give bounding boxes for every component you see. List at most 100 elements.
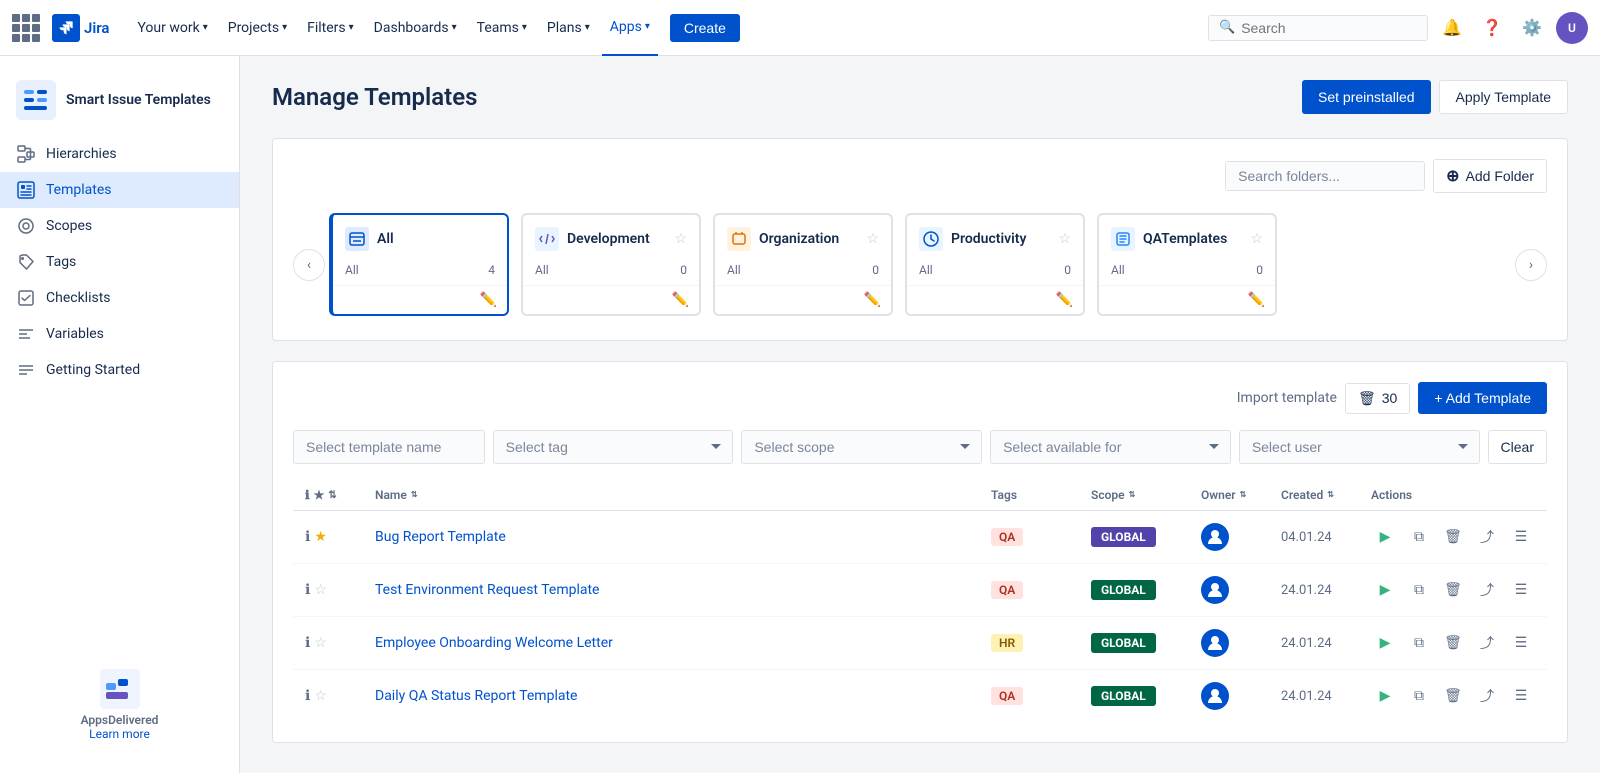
nav-apps[interactable]: Apps▾ <box>602 0 658 56</box>
nav-teams[interactable]: Teams▾ <box>469 0 535 56</box>
search-folders-input[interactable] <box>1225 161 1425 191</box>
folder-edit-icon-development[interactable]: ✏️ <box>672 292 689 308</box>
template-name-2[interactable]: Employee Onboarding Welcome Letter <box>375 635 613 651</box>
create-button[interactable]: Create <box>670 14 740 42</box>
folder-star-organization[interactable]: ☆ <box>866 231 879 247</box>
help-button[interactable]: ❓ <box>1476 12 1508 44</box>
settings-button[interactable]: ⚙️ <box>1516 12 1548 44</box>
row-info-icon-1[interactable]: ℹ <box>305 582 310 598</box>
nav-projects[interactable]: Projects▾ <box>220 0 295 56</box>
folder-card-all[interactable]: All All 4 ✏️ <box>329 213 509 316</box>
apps-delivered-logo <box>100 669 140 709</box>
copy-button-3[interactable]: ⧉ <box>1405 682 1433 710</box>
folder-edit-icon-qa[interactable]: ✏️ <box>1248 292 1265 308</box>
folder-card-development[interactable]: Development ☆ All 0 ✏️ <box>521 213 701 316</box>
folder-edit-icon-productivity[interactable]: ✏️ <box>1056 292 1073 308</box>
filter-available-select[interactable]: Select available for <box>990 430 1231 464</box>
nav-filters[interactable]: Filters▾ <box>299 0 362 56</box>
nav-your-work[interactable]: Your work▾ <box>129 0 215 56</box>
owner-avatars-1 <box>1201 576 1257 604</box>
import-template-link[interactable]: Import template <box>1237 390 1337 406</box>
delete-button[interactable]: 🗑 30 <box>1345 383 1410 414</box>
row-owner-cell <box>1189 511 1269 564</box>
nav-dashboards[interactable]: Dashboards▾ <box>366 0 465 56</box>
filter-name-input[interactable] <box>293 430 485 464</box>
play-button-0[interactable]: ▶ <box>1371 523 1399 551</box>
delete-row-button-0[interactable]: 🗑 <box>1439 523 1467 551</box>
star-icon-3[interactable]: ☆ <box>314 688 327 704</box>
variables-icon <box>16 324 36 344</box>
delete-row-button-2[interactable]: 🗑 <box>1439 629 1467 657</box>
filter-scope-select[interactable]: Select scope <box>741 430 982 464</box>
row-scope-cell: GLOBAL <box>1079 511 1189 564</box>
share-button-2[interactable]: ⤴ <box>1473 629 1501 657</box>
row-actions-cell: ▶ ⧉ 🗑 ⤴ ☰ <box>1359 617 1547 670</box>
star-icon-0[interactable]: ★ <box>314 529 327 545</box>
nav-plans[interactable]: Plans▾ <box>539 0 598 56</box>
delete-row-button-1[interactable]: 🗑 <box>1439 576 1467 604</box>
folders-next-arrow[interactable]: › <box>1515 249 1547 281</box>
share-button-0[interactable]: ⤴ <box>1473 523 1501 551</box>
menu-button-0[interactable]: ☰ <box>1507 523 1535 551</box>
template-name-3[interactable]: Daily QA Status Report Template <box>375 688 577 704</box>
star-icon-2[interactable]: ☆ <box>314 635 327 651</box>
folder-card-organization[interactable]: Organization ☆ All 0 ✏️ <box>713 213 893 316</box>
learn-more-link[interactable]: Learn more <box>16 727 223 741</box>
sidebar-item-templates[interactable]: Templates <box>0 172 239 208</box>
folder-star-qa[interactable]: ☆ <box>1250 231 1263 247</box>
folder-card-qa[interactable]: QATemplates ☆ All 0 ✏️ <box>1097 213 1277 316</box>
delete-row-button-3[interactable]: 🗑 <box>1439 682 1467 710</box>
template-name-0[interactable]: Bug Report Template <box>375 529 506 545</box>
row-info-icon-3[interactable]: ℹ <box>305 688 310 704</box>
notifications-button[interactable]: 🔔 <box>1436 12 1468 44</box>
add-template-button[interactable]: + Add Template <box>1418 382 1547 414</box>
star-icon-1[interactable]: ☆ <box>314 582 327 598</box>
filter-user-select[interactable]: Select user <box>1239 430 1480 464</box>
folder-card-productivity[interactable]: Productivity ☆ All 0 ✏️ <box>905 213 1085 316</box>
th-name[interactable]: Name ⇅ <box>363 480 979 511</box>
play-button-3[interactable]: ▶ <box>1371 682 1399 710</box>
search-box: 🔍 <box>1208 15 1428 41</box>
sidebar-item-tags[interactable]: Tags <box>0 244 239 280</box>
row-info-icon-0[interactable]: ℹ <box>305 529 310 545</box>
folders-prev-arrow[interactable]: ‹ <box>293 249 325 281</box>
template-name-1[interactable]: Test Environment Request Template <box>375 582 599 598</box>
menu-button-1[interactable]: ☰ <box>1507 576 1535 604</box>
share-button-3[interactable]: ⤴ <box>1473 682 1501 710</box>
copy-button-0[interactable]: ⧉ <box>1405 523 1433 551</box>
th-scope[interactable]: Scope ⇅ <box>1079 480 1189 511</box>
play-button-1[interactable]: ▶ <box>1371 576 1399 604</box>
copy-button-2[interactable]: ⧉ <box>1405 629 1433 657</box>
templates-section: Import template 🗑 30 + Add Template Sele… <box>272 361 1568 743</box>
play-button-2[interactable]: ▶ <box>1371 629 1399 657</box>
app-layout: Smart Issue Templates Hierarchies Templa… <box>0 56 1600 773</box>
folder-controls: ⊕ Add Folder <box>293 159 1547 193</box>
folder-star-productivity[interactable]: ☆ <box>1058 231 1071 247</box>
folder-edit-icon-organization[interactable]: ✏️ <box>864 292 881 308</box>
menu-button-2[interactable]: ☰ <box>1507 629 1535 657</box>
search-input[interactable] <box>1241 20 1417 36</box>
folder-edit-icon-all[interactable]: ✏️ <box>480 292 497 308</box>
filter-tag-select[interactable]: Select tag <box>493 430 734 464</box>
sidebar-item-getting-started[interactable]: Getting Started <box>0 352 239 388</box>
sidebar-item-checklists[interactable]: Checklists <box>0 280 239 316</box>
share-button-1[interactable]: ⤴ <box>1473 576 1501 604</box>
copy-button-1[interactable]: ⧉ <box>1405 576 1433 604</box>
jira-logo[interactable]: Jira <box>52 14 109 42</box>
sidebar-item-label-scopes: Scopes <box>46 218 92 234</box>
menu-button-3[interactable]: ☰ <box>1507 682 1535 710</box>
clear-filters-button[interactable]: Clear <box>1488 430 1547 464</box>
row-info-icon-2[interactable]: ℹ <box>305 635 310 651</box>
th-owner[interactable]: Owner ⇅ <box>1189 480 1269 511</box>
sidebar-item-hierarchies[interactable]: Hierarchies <box>0 136 239 172</box>
app-grid-icon[interactable] <box>12 14 40 42</box>
th-created[interactable]: Created ⇅ <box>1269 480 1359 511</box>
set-preinstalled-button[interactable]: Set preinstalled <box>1302 80 1431 114</box>
sidebar-item-label-tags: Tags <box>46 254 76 270</box>
sidebar-item-scopes[interactable]: Scopes <box>0 208 239 244</box>
apply-template-button[interactable]: Apply Template <box>1439 80 1568 114</box>
add-folder-button[interactable]: ⊕ Add Folder <box>1433 159 1547 193</box>
folder-star-development[interactable]: ☆ <box>674 231 687 247</box>
sidebar-item-variables[interactable]: Variables <box>0 316 239 352</box>
user-avatar[interactable]: U <box>1556 12 1588 44</box>
